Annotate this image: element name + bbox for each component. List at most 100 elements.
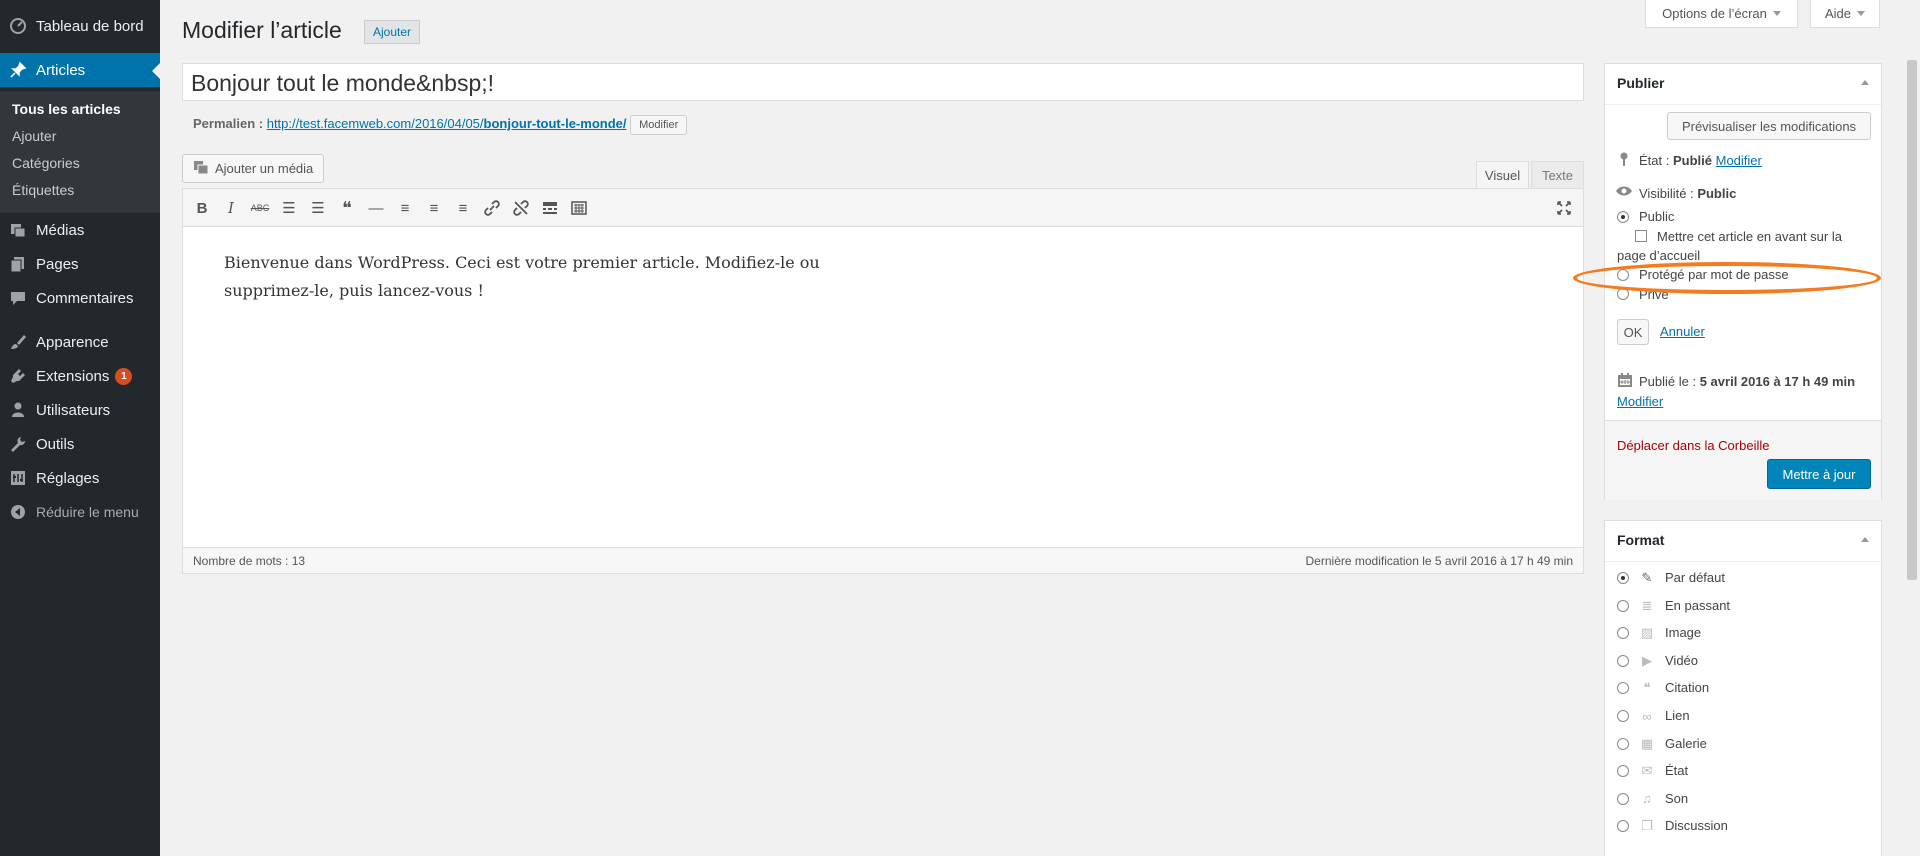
italic-button[interactable]: I [220, 197, 242, 219]
status-icon: ✉ [1641, 763, 1653, 779]
visibility-value: Public [1697, 186, 1737, 201]
submenu-tags[interactable]: Étiquettes [12, 182, 74, 198]
content-line: supprimez-le, puis lancez-vous ! [224, 281, 484, 300]
format-radio[interactable] [1617, 737, 1629, 750]
page-scrollbar[interactable] [1903, 0, 1920, 856]
edit-permalink-button[interactable]: Modifier [630, 115, 688, 135]
tab-text[interactable]: Texte [1531, 161, 1584, 189]
permalink-base: http://test.facemweb.com/2016/04/05/ [266, 116, 484, 131]
blockquote-button[interactable]: ❝ [336, 197, 358, 219]
publish-box-title: Publier [1617, 75, 1665, 91]
permalink-link[interactable]: http://test.facemweb.com/2016/04/05/bonj… [267, 116, 627, 131]
sidebar-item-settings[interactable]: Réglages [0, 461, 160, 495]
sidebar-item-label: Articles [36, 61, 86, 79]
numbered-list-button[interactable]: ☰ [307, 197, 329, 219]
remove-link-button[interactable] [510, 197, 532, 219]
unlink-icon [513, 200, 529, 216]
wrench-icon [0, 435, 36, 453]
horizontal-line-button[interactable]: — [365, 197, 387, 219]
move-to-trash-link[interactable]: Déplacer dans la Corbeille [1617, 438, 1769, 453]
chat-icon: ❐ [1641, 818, 1653, 834]
brush-icon [0, 333, 36, 351]
sidebar-item-media[interactable]: Médias [0, 213, 160, 247]
sidebar-item-pages[interactable]: Pages [0, 247, 160, 281]
edit-status-link[interactable]: Modifier [1716, 153, 1762, 168]
format-radio[interactable] [1617, 765, 1629, 778]
screen-options-button[interactable]: Options de l’écran [1645, 0, 1798, 28]
format-radio[interactable] [1617, 654, 1629, 667]
bulleted-list-button[interactable]: ☰ [278, 197, 300, 219]
sidebar-item-users[interactable]: Utilisateurs [0, 393, 160, 427]
format-radio[interactable] [1617, 820, 1629, 833]
submenu-categories[interactable]: Catégories [12, 155, 80, 171]
format-option-label: Lien [1665, 708, 1690, 723]
pin-icon [0, 61, 36, 79]
editor-content[interactable]: Bienvenue dans WordPress. Ceci est votre… [224, 249, 884, 305]
permalink-label: Permalien : [193, 116, 264, 131]
sidebar-item-dashboard[interactable]: Tableau de bord [0, 9, 160, 43]
edit-date-link[interactable]: Modifier [1617, 394, 1663, 409]
align-center-button[interactable]: ≡ [423, 197, 445, 219]
sidebar-item-tools[interactable]: Outils [0, 427, 160, 461]
strikethrough-button[interactable]: ABC [249, 197, 271, 219]
sidebar-item-label: Extensions [36, 367, 110, 385]
chevron-down-icon [1857, 11, 1866, 16]
sidebar-item-label: Réglages [36, 469, 100, 487]
divider [1605, 561, 1881, 562]
publish-box: Publier Prévisualiser les modifications … [1604, 63, 1882, 500]
divider [1605, 104, 1881, 105]
pin-icon: ✎ [1641, 570, 1653, 585]
read-more-button[interactable] [539, 197, 561, 219]
align-right-button[interactable]: ≡ [452, 197, 474, 219]
permalink-row: Permalien : http://test.facemweb.com/201… [193, 115, 688, 135]
visibility-password-radio[interactable] [1617, 269, 1629, 281]
add-new-button[interactable]: Ajouter [364, 20, 421, 44]
user-icon [0, 401, 36, 419]
keyboard-icon [571, 201, 587, 215]
add-media-button[interactable]: Ajouter un média [182, 154, 325, 183]
visibility-ok-button[interactable]: OK [1617, 319, 1649, 345]
bold-button[interactable]: B [191, 197, 213, 219]
status-label: État : [1639, 153, 1670, 168]
dashboard-icon [0, 17, 36, 35]
format-option-label: Galerie [1665, 735, 1707, 751]
submenu-all-posts[interactable]: Tous les articles [12, 101, 121, 117]
format-radio[interactable] [1617, 792, 1629, 805]
sticky-label: Mettre cet article en avant sur la [1657, 229, 1842, 244]
sidebar-item-extensions[interactable]: Extensions 1 [0, 359, 160, 393]
sidebar-item-articles[interactable]: Articles [0, 53, 160, 87]
post-title-input[interactable]: Bonjour tout le monde&nbsp;! [182, 63, 1584, 101]
format-radio[interactable] [1617, 710, 1629, 722]
tab-visual[interactable]: Visuel [1476, 161, 1529, 189]
format-radio[interactable] [1617, 599, 1629, 612]
fullscreen-button[interactable] [1553, 197, 1575, 219]
submenu-add-new[interactable]: Ajouter [12, 128, 56, 144]
collapse-menu-button[interactable]: Réduire le menu [0, 495, 160, 529]
chevron-up-icon[interactable] [1861, 80, 1869, 85]
format-box-title: Format [1617, 532, 1665, 548]
help-button[interactable]: Aide [1810, 0, 1880, 28]
visibility-cancel-link[interactable]: Annuler [1660, 324, 1705, 339]
sidebar-item-appearance[interactable]: Apparence [0, 325, 160, 359]
sticky-checkbox[interactable] [1635, 230, 1647, 242]
visibility-private-radio[interactable] [1617, 288, 1629, 300]
sidebar-item-label: Commentaires [36, 289, 134, 307]
format-radio[interactable] [1617, 682, 1629, 695]
status-value: Publié [1672, 153, 1712, 168]
calendar-icon [1617, 372, 1633, 391]
scrollbar-thumb[interactable] [1907, 60, 1917, 580]
visibility-public-radio[interactable] [1617, 211, 1629, 223]
sidebar-item-comments[interactable]: Commentaires [0, 281, 160, 315]
update-button[interactable]: Mettre à jour [1767, 459, 1871, 489]
chevron-up-icon[interactable] [1861, 537, 1869, 542]
preview-changes-button[interactable]: Prévisualiser les modifications [1667, 112, 1871, 140]
toolbar-toggle-button[interactable] [568, 197, 590, 219]
insert-link-button[interactable] [481, 197, 503, 219]
format-option-label: Par défaut [1665, 570, 1725, 585]
align-left-button[interactable]: ≡ [394, 197, 416, 219]
sidebar-item-label: Utilisateurs [36, 401, 111, 419]
last-modified: Dernière modification le 5 avril 2016 à … [1305, 554, 1573, 568]
format-radio[interactable] [1617, 627, 1629, 640]
published-date-row: Publié le : 5 avril 2016 à 17 h 49 min [1639, 374, 1855, 389]
format-radio[interactable] [1617, 572, 1629, 584]
